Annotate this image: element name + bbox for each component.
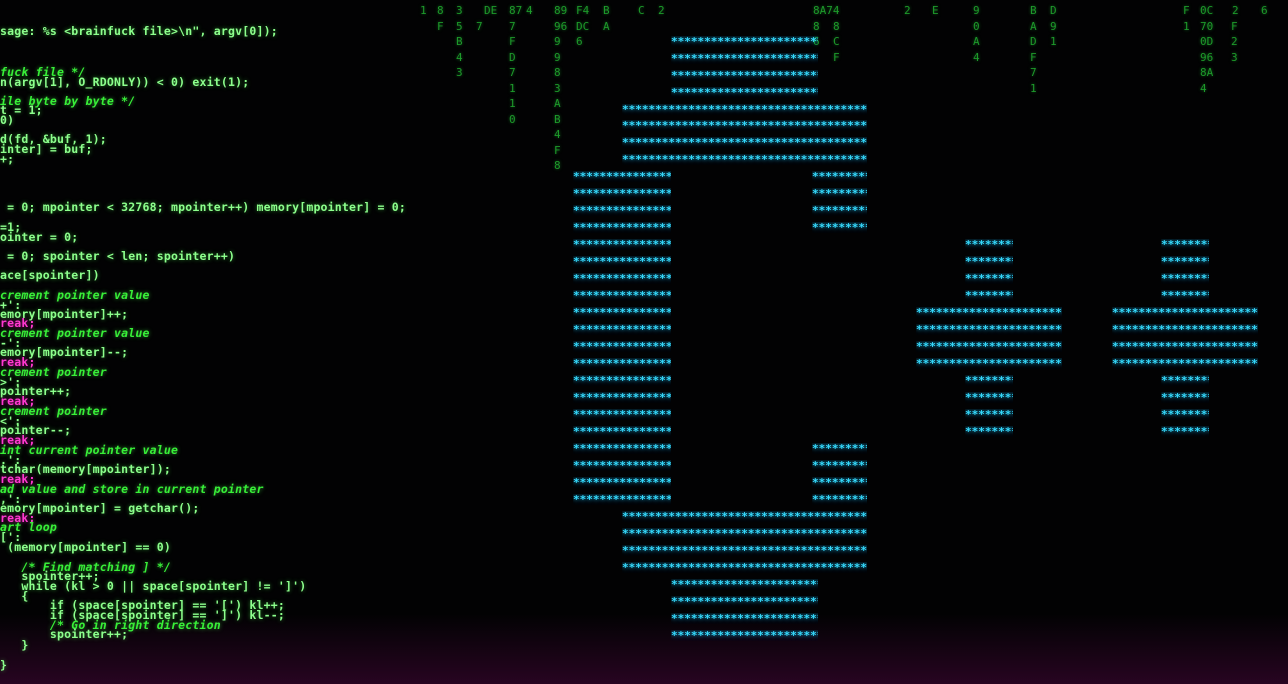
logo-plus-2-row: ********** <box>1161 392 1209 403</box>
logo-c-row: *********** <box>812 477 867 488</box>
logo-plus-1-row: ********** <box>965 392 1013 403</box>
logo-plus-1-row: ************************* <box>916 307 1062 318</box>
logo-c-row: ***************** <box>573 409 671 420</box>
logo-c-row: ***************** <box>573 392 671 403</box>
logo-c-row: ***************** <box>573 341 671 352</box>
logo-plus-1-row: ********** <box>965 409 1013 420</box>
logo-c-row: ***************** <box>573 426 671 437</box>
logo-c-row: **************************************** <box>622 137 867 148</box>
logo-c-row: ***************** <box>573 273 671 284</box>
logo-plus-1-row: ************************* <box>916 341 1062 352</box>
logo-plus-1-row: ************************* <box>916 358 1062 369</box>
logo-c-row: ***************** <box>573 443 671 454</box>
logo-c-row: *********** <box>812 222 867 233</box>
logo-c-row: ***************** <box>573 477 671 488</box>
logo-plus-2-row: ********** <box>1161 239 1209 250</box>
logo-c-row: ***************** <box>573 324 671 335</box>
logo-c-row: ************************* <box>671 579 818 590</box>
logo-plus-1-row: ********** <box>965 426 1013 437</box>
logo-plus-2-row: ********** <box>1161 290 1209 301</box>
logo-c-row: **************************************** <box>622 104 867 115</box>
logo-plus-2-row: ************************* <box>1112 324 1258 335</box>
logo-c-row: ************************* <box>671 87 818 98</box>
logo-c-row: ***************** <box>573 375 671 386</box>
logo-c-row: ***************** <box>573 239 671 250</box>
logo-c-row: ***************** <box>573 171 671 182</box>
logo-c-row: ***************** <box>573 460 671 471</box>
logo-plus-1-row: ********** <box>965 273 1013 284</box>
logo-c-row: ***************** <box>573 290 671 301</box>
logo-c-row: ************************* <box>671 53 818 64</box>
logo-c-row: ***************** <box>573 188 671 199</box>
logo-plus-2-row: ********** <box>1161 426 1209 437</box>
logo-c-row: ************************* <box>671 613 818 624</box>
logo-c-row: ***************** <box>573 222 671 233</box>
logo-plus-1-row: ************************* <box>916 324 1062 335</box>
logo-plus-2-row: ********** <box>1161 375 1209 386</box>
logo-c-row: ***************** <box>573 205 671 216</box>
logo-c-row: *********** <box>812 443 867 454</box>
logo-c-row: *********** <box>812 205 867 216</box>
cpp-ascii-logo: ********************** ******************… <box>0 0 1288 684</box>
logo-plus-1-row: ********** <box>965 375 1013 386</box>
logo-plus-2-row: ************************* <box>1112 307 1258 318</box>
logo-c-row: **************************************** <box>622 120 867 131</box>
logo-c-row: *********** <box>812 188 867 199</box>
logo-c-row: **************************************** <box>622 511 867 522</box>
logo-c-row: **************************************** <box>622 154 867 165</box>
logo-c-row: **************************************** <box>622 528 867 539</box>
logo-plus-2-row: ********** <box>1161 256 1209 267</box>
logo-plus-2-row: ************************* <box>1112 341 1258 352</box>
logo-c-row: ***************** <box>573 256 671 267</box>
logo-plus-2-row: ********** <box>1161 409 1209 420</box>
logo-plus-1-row: ********** <box>965 290 1013 301</box>
logo-c-row: ***************** <box>573 358 671 369</box>
logo-c-row: *********** <box>812 494 867 505</box>
logo-c-row: ************************* <box>671 70 818 81</box>
logo-plus-1-row: ********** <box>965 239 1013 250</box>
logo-plus-2-row: ************************* <box>1112 358 1258 369</box>
logo-c-row: ************************* <box>671 36 818 47</box>
logo-c-row: ***************** <box>573 307 671 318</box>
logo-c-row: ************************* <box>671 630 818 641</box>
logo-c-row: ************************* <box>671 596 818 607</box>
logo-c-row: **************************************** <box>622 545 867 556</box>
logo-c-row: *********** <box>812 171 867 182</box>
logo-plus-1-row: ********** <box>965 256 1013 267</box>
logo-c-row: ***************** <box>573 494 671 505</box>
logo-plus-2-row: ********** <box>1161 273 1209 284</box>
logo-c-row: **************************************** <box>622 562 867 573</box>
logo-c-row: *********** <box>812 460 867 471</box>
